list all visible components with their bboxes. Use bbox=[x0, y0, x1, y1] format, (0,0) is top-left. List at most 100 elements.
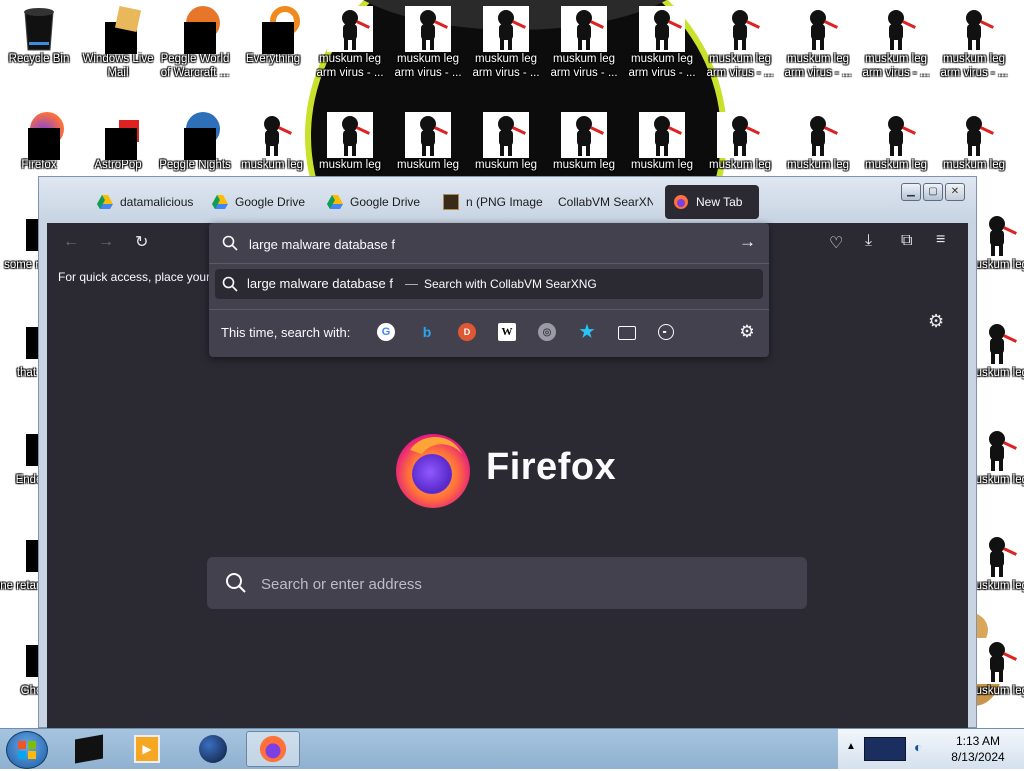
window-titlebar[interactable]: datamalicious Google Drive Google Drive … bbox=[39, 177, 976, 223]
search-icon bbox=[226, 573, 246, 593]
peggle-nights-icon[interactable]: Peggle Nights bbox=[158, 112, 232, 172]
desktop-icon-label: muskum leg arm virus - ... bbox=[862, 53, 930, 79]
desktop-icon-label: muskum leg arm virus - ... bbox=[550, 53, 618, 79]
muskum-virus-icon[interactable]: muskum leg arm virus - ... bbox=[625, 6, 699, 80]
icon-graphic bbox=[250, 6, 300, 54]
stick-figure-icon bbox=[951, 112, 997, 158]
suggestion-separator: — bbox=[405, 276, 418, 291]
stick-figure-icon bbox=[974, 638, 1020, 684]
stick-figure-icon bbox=[561, 6, 607, 52]
searxng-icon[interactable]: ◎ bbox=[538, 323, 556, 341]
tab-close-icon[interactable]: × bbox=[758, 194, 759, 211]
urlbar[interactable]: → bbox=[209, 223, 769, 264]
bing-icon[interactable]: b bbox=[418, 323, 436, 341]
tab-new-tab[interactable]: New Tab × bbox=[665, 185, 759, 219]
muskum-virus-icon[interactable]: muskum leg bbox=[625, 112, 699, 172]
duckduckgo-icon[interactable]: D bbox=[458, 323, 476, 341]
search-settings-icon[interactable]: ⚙ bbox=[738, 322, 756, 341]
icon-graphic bbox=[0, 638, 38, 684]
stick-figure-icon bbox=[639, 6, 685, 52]
clock[interactable]: 1:13 AM 8/13/2024 bbox=[938, 733, 1018, 765]
muskum-virus-icon[interactable]: muskum leg bbox=[313, 112, 387, 172]
taskbar-app-globe[interactable] bbox=[186, 731, 240, 767]
icon-graphic bbox=[974, 638, 1020, 684]
peggle-wow-icon[interactable]: Peggle World of Warcraft ... bbox=[158, 6, 232, 80]
muskum-virus-icon[interactable]: muskum leg bbox=[937, 112, 1011, 172]
search-suggestion[interactable]: large malware database f — Search with C… bbox=[215, 269, 763, 299]
muskum-virus-icon[interactable]: muskum leg arm virus - ... bbox=[313, 6, 387, 80]
downloads-icon[interactable]: ⤓ bbox=[865, 232, 872, 250]
history-icon[interactable]: ╸ bbox=[658, 324, 674, 340]
windows-live-mail-icon[interactable]: Windows Live Mail bbox=[81, 5, 155, 80]
muskum-virus-icon[interactable]: muskum leg bbox=[469, 112, 543, 172]
maximize-button[interactable]: ▢ bbox=[923, 183, 943, 201]
tab-google-drive-2[interactable]: Google Drive bbox=[327, 185, 427, 219]
muskum-virus-icon[interactable]: muskum leg bbox=[703, 112, 777, 172]
tab-label: datamalicious bbox=[120, 195, 194, 209]
tab-google-drive[interactable]: Google Drive bbox=[212, 185, 312, 219]
mail-icon bbox=[114, 5, 142, 33]
desktop-icon-label: muskum leg bbox=[631, 159, 693, 171]
tabs-icon[interactable] bbox=[618, 326, 636, 340]
pocket-icon[interactable]: ♡ bbox=[829, 233, 843, 253]
urlbar-input[interactable] bbox=[247, 233, 721, 255]
minimize-button[interactable]: ▁ bbox=[901, 183, 921, 201]
newtab-search-input[interactable] bbox=[259, 571, 783, 597]
start-button[interactable] bbox=[6, 731, 48, 769]
bookmarks-icon[interactable]: ★ bbox=[578, 322, 596, 341]
tab-collabvm-searxng[interactable]: CollabVM SearXN bbox=[558, 185, 653, 219]
muskum-virus-icon[interactable]: muskum leg arm virus - ... bbox=[781, 6, 855, 80]
muskum-virus-icon[interactable]: muskum leg bbox=[235, 112, 309, 172]
muskum-virus-icon[interactable]: muskum leg bbox=[391, 112, 465, 172]
taskbar-app-media-player[interactable]: ▶ bbox=[120, 731, 174, 767]
taskbar-app-firefox[interactable] bbox=[246, 731, 300, 767]
desktop-icon-label: muskum leg bbox=[943, 159, 1005, 171]
reload-icon[interactable]: ↻ bbox=[135, 232, 148, 252]
forward-icon[interactable]: → bbox=[98, 233, 114, 251]
newtab-search-box[interactable] bbox=[207, 557, 807, 609]
icon-graphic bbox=[0, 533, 38, 579]
icon-graphic bbox=[95, 5, 142, 54]
menu-icon[interactable]: ≡ bbox=[936, 231, 945, 249]
muskum-virus-icon[interactable]: muskum leg arm virus - ... bbox=[859, 6, 933, 80]
muskum-virus-icon[interactable]: muskum leg bbox=[859, 112, 933, 172]
everything-icon[interactable]: Everything bbox=[236, 6, 310, 66]
wikipedia-icon[interactable]: W bbox=[498, 323, 516, 341]
muskum-virus-icon[interactable]: muskum leg bbox=[781, 112, 855, 172]
image-icon bbox=[443, 194, 459, 210]
tray-app-icon[interactable] bbox=[864, 737, 906, 761]
muskum-virus-icon[interactable]: muskum leg arm virus - ... bbox=[547, 6, 621, 80]
go-arrow-icon[interactable]: → bbox=[739, 232, 756, 252]
tab-datamalicious[interactable]: datamalicious bbox=[97, 185, 195, 219]
stick-figure-icon bbox=[405, 112, 451, 158]
astropop-icon[interactable]: AstroPop bbox=[81, 112, 155, 172]
back-icon[interactable]: ← bbox=[63, 233, 79, 251]
icon-graphic bbox=[951, 6, 997, 52]
recycle-bin-icon[interactable]: Recycle Bin bbox=[2, 6, 76, 66]
muskum-virus-icon[interactable]: muskum leg arm virus - ... bbox=[703, 6, 777, 80]
stick-figure-icon bbox=[717, 6, 763, 52]
redacted-icon bbox=[26, 327, 38, 359]
settings-gear-icon[interactable]: ⚙ bbox=[928, 311, 944, 332]
tab-png-image[interactable]: n (PNG Image bbox=[443, 185, 543, 219]
firefox-desktop-icon[interactable]: Firefox bbox=[2, 112, 76, 172]
taskbar-app-explorer[interactable] bbox=[62, 731, 116, 767]
extensions-icon[interactable]: ⧉ bbox=[901, 232, 912, 250]
muskum-virus-icon[interactable]: muskum leg arm virus - ... bbox=[391, 6, 465, 80]
network-icon[interactable]: ◐ bbox=[914, 739, 922, 755]
icon-graphic bbox=[483, 6, 529, 52]
stick-figure-icon bbox=[795, 112, 841, 158]
redacted-icon bbox=[26, 645, 38, 677]
close-window-button[interactable]: ✕ bbox=[945, 183, 965, 201]
desktop-icon-label: Firefox bbox=[21, 159, 57, 171]
desktop-icon-label: muskum leg bbox=[319, 159, 381, 171]
muskum-virus-icon[interactable]: muskum leg arm virus - ... bbox=[469, 6, 543, 80]
tray-expand-icon[interactable]: ▲ bbox=[846, 741, 856, 752]
stick-figure-icon bbox=[873, 6, 919, 52]
muskum-virus-icon[interactable]: muskum leg arm virus - ... bbox=[937, 6, 1011, 80]
google-drive-icon bbox=[97, 195, 113, 209]
muskum-virus-icon[interactable]: muskum leg bbox=[547, 112, 621, 172]
google-drive-icon bbox=[212, 195, 228, 209]
desktop-icon-label: muskum leg bbox=[241, 159, 303, 171]
google-icon[interactable]: G bbox=[377, 323, 395, 341]
